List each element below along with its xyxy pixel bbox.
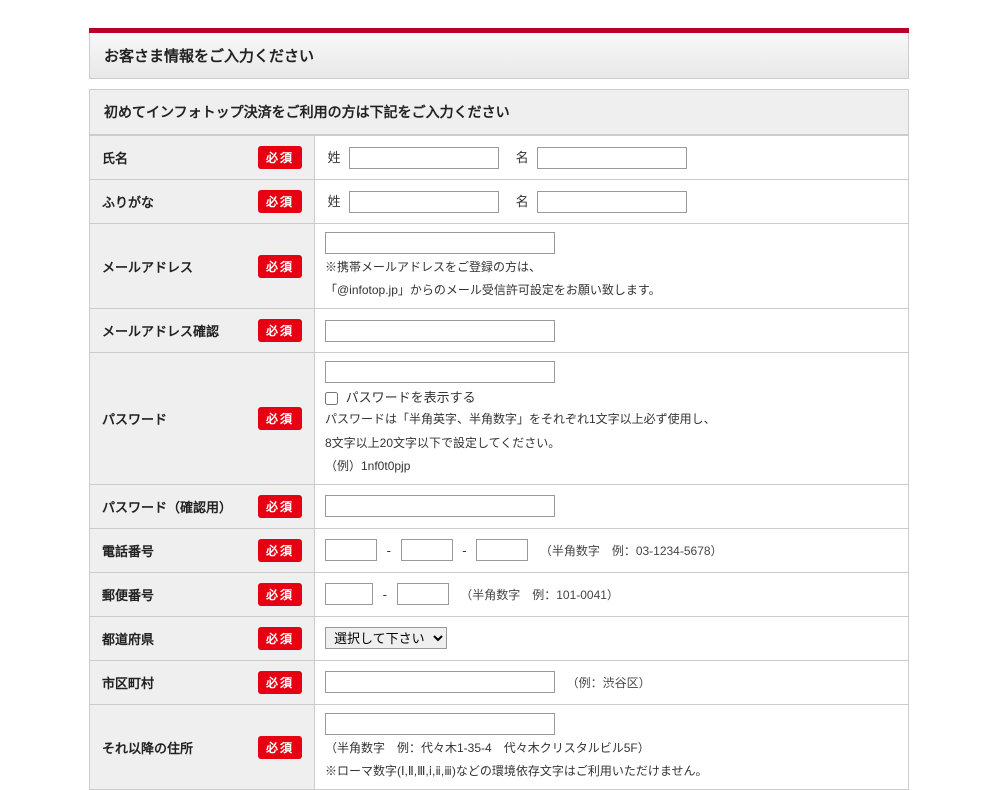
required-badge: 必須 <box>258 539 302 562</box>
required-badge: 必須 <box>258 146 302 169</box>
email-confirm-input[interactable] <box>325 320 555 342</box>
lastname-prefix: 姓 <box>325 147 343 166</box>
row-name: 氏名 必須 姓 名 <box>90 136 909 180</box>
phone-1-input[interactable] <box>325 539 377 561</box>
firstname-prefix: 名 <box>513 147 531 166</box>
label-password: パスワード <box>102 409 167 428</box>
customer-form-table: 氏名 必須 姓 名 ふりがな 必須 姓 名 <box>89 135 909 790</box>
postal-sep: - <box>383 587 387 602</box>
email-note2: 「@infotop.jp」からのメール受信許可設定をお願い致します。 <box>325 281 898 300</box>
label-password-confirm: パスワード（確認用） <box>102 497 232 516</box>
label-phone: 電話番号 <box>102 541 154 560</box>
phone-3-input[interactable] <box>476 539 528 561</box>
address-note2: ※ローマ数字(Ⅰ,Ⅱ,Ⅲ,ⅰ,ⅱ,ⅲ)などの環境依存文字はご利用いただけません。 <box>325 762 898 781</box>
page-title: お客さま情報をご入力ください <box>89 33 909 79</box>
row-address: それ以降の住所 必須 （半角数字 例：代々木1-35-4 代々木クリスタルビル5… <box>90 704 909 789</box>
row-postal: 郵便番号 必須 - （半角数字 例：101-0041） <box>90 572 909 616</box>
required-badge: 必須 <box>258 671 302 694</box>
address-input[interactable] <box>325 713 555 735</box>
row-phone: 電話番号 必須 - - （半角数字 例：03-1234-5678） <box>90 528 909 572</box>
postal-1-input[interactable] <box>325 583 373 605</box>
label-furigana: ふりがな <box>102 192 154 211</box>
city-input[interactable] <box>325 671 555 693</box>
password-input[interactable] <box>325 361 555 383</box>
row-email: メールアドレス 必須 ※携帯メールアドレスをご登録の方は、 「@infotop.… <box>90 224 909 309</box>
show-password-label: パスワードを表示する <box>346 390 476 405</box>
required-badge: 必須 <box>258 190 302 213</box>
required-badge: 必須 <box>258 255 302 278</box>
row-password-confirm: パスワード（確認用） 必須 <box>90 484 909 528</box>
furigana-lastname-prefix: 姓 <box>325 191 343 210</box>
required-badge: 必須 <box>258 319 302 342</box>
row-password: パスワード 必須 パスワードを表示する パスワードは「半角英字、半角数字」をそれ… <box>90 353 909 485</box>
phone-2-input[interactable] <box>401 539 453 561</box>
label-city: 市区町村 <box>102 673 154 692</box>
password-note3: （例）1nf0t0pjp <box>325 457 898 476</box>
label-postal: 郵便番号 <box>102 585 154 604</box>
furigana-lastname-input[interactable] <box>349 191 499 213</box>
phone-sep1: - <box>387 543 391 558</box>
furigana-firstname-input[interactable] <box>537 191 687 213</box>
furigana-firstname-prefix: 名 <box>513 191 531 210</box>
lastname-input[interactable] <box>349 147 499 169</box>
label-email: メールアドレス <box>102 257 193 276</box>
required-badge: 必須 <box>258 407 302 430</box>
password-note1: パスワードは「半角英字、半角数字」をそれぞれ1文字以上必ず使用し、 <box>325 410 898 429</box>
postal-hint: （半角数字 例：101-0041） <box>460 588 619 602</box>
phone-hint: （半角数字 例：03-1234-5678） <box>540 544 723 558</box>
password-note2: 8文字以上20文字以下で設定してください。 <box>325 434 898 453</box>
password-confirm-input[interactable] <box>325 495 555 517</box>
email-note1: ※携帯メールアドレスをご登録の方は、 <box>325 258 898 277</box>
label-pref: 都道府県 <box>102 629 154 648</box>
required-badge: 必須 <box>258 627 302 650</box>
row-prefecture: 都道府県 必須 選択して下さい <box>90 616 909 660</box>
phone-sep2: - <box>462 543 466 558</box>
row-email-confirm: メールアドレス確認 必須 <box>90 309 909 353</box>
city-hint: （例：渋谷区） <box>567 676 651 690</box>
row-furigana: ふりがな 必須 姓 名 <box>90 180 909 224</box>
postal-2-input[interactable] <box>397 583 449 605</box>
email-input[interactable] <box>325 232 555 254</box>
required-badge: 必須 <box>258 736 302 759</box>
row-city: 市区町村 必須 （例：渋谷区） <box>90 660 909 704</box>
address-note1: （半角数字 例：代々木1-35-4 代々木クリスタルビル5F） <box>325 739 898 758</box>
label-email-confirm: メールアドレス確認 <box>102 321 219 340</box>
firstname-input[interactable] <box>537 147 687 169</box>
required-badge: 必須 <box>258 583 302 606</box>
label-address: それ以降の住所 <box>102 738 193 757</box>
label-name: 氏名 <box>102 148 128 167</box>
show-password-checkbox[interactable] <box>325 392 338 405</box>
prefecture-select[interactable]: 選択して下さい <box>325 627 447 649</box>
required-badge: 必須 <box>258 495 302 518</box>
section-title: 初めてインフォトップ決済をご利用の方は下記をご入力ください <box>89 89 909 135</box>
